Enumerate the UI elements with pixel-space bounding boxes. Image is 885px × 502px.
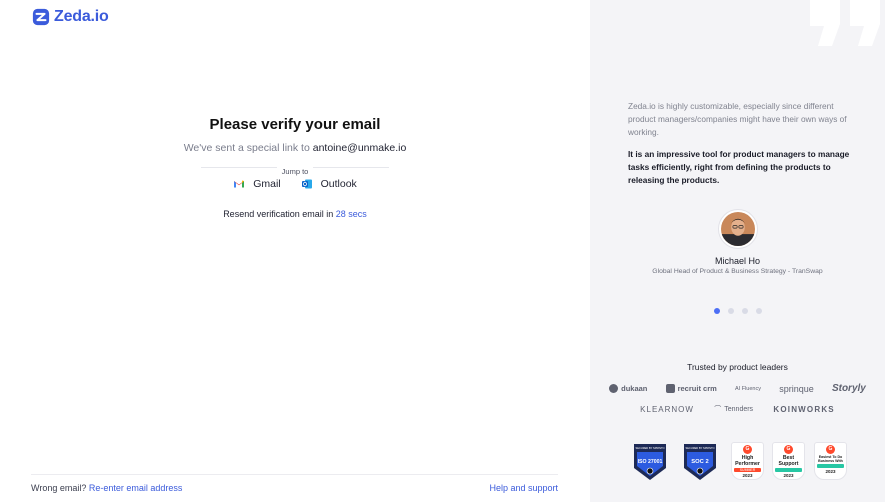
tennders-label: Tennders (724, 405, 754, 413)
left-footer: Wrong email? Re-enter email address Help… (31, 474, 558, 493)
g2-badge-band (775, 468, 802, 472)
g2-badge-title: Easiest To Do Business With (818, 455, 843, 463)
verify-section: Please verify your email We've sent a sp… (0, 116, 590, 219)
g2-badge-band: SUMMER (734, 468, 761, 472)
recruitcrm-icon (665, 384, 675, 393)
testimonial-panel: Zeda.io is highly customizable, especial… (590, 0, 885, 502)
customer-logos-row-2: KLEARNOW ⌒ Tennders KOINWORKS (630, 404, 845, 414)
wrong-email-group: Wrong email? Re-enter email address (31, 483, 182, 493)
gmail-label: Gmail (253, 178, 281, 190)
carousel-dots (590, 308, 885, 314)
verify-subtitle: We've sent a special link to antoine@unm… (0, 142, 590, 154)
brand-logo[interactable]: Zeda.io (32, 8, 109, 26)
user-email: antoine@unmake.io (312, 142, 407, 154)
customer-logo-sprinque: sprinque (779, 384, 814, 394)
dukaan-label: dukaan (621, 384, 648, 393)
g2-badge-year: 2023 (742, 473, 753, 478)
resend-prefix: Resend verification email in (223, 209, 334, 219)
aifluency-label: AI Fluency (735, 385, 761, 392)
jump-to-label: Jump to (276, 167, 314, 176)
soc-2-badge: SECURED BY SPRINTO SOC 2 (684, 444, 716, 480)
outlook-label: Outlook (320, 178, 357, 190)
iso-27001-badge: SECURED BY SPRINTO ISO 27001 (634, 444, 666, 480)
g2-logo-icon: G (826, 445, 835, 454)
customer-logo-koinworks: KOINWORKS (773, 405, 834, 414)
customer-logos-row-1: dukaan recruit crm AI Fluency sprinque S… (600, 383, 875, 394)
avatar (718, 209, 758, 249)
carousel-dot-1[interactable] (713, 308, 720, 314)
email-provider-links: Gmail Outlook (0, 178, 590, 190)
g2-badge-title: High Performer (735, 455, 760, 467)
storyly-label: Storyly (831, 383, 866, 394)
wrong-email-label: Wrong email? (31, 483, 87, 493)
tennders-icon: ⌒ (714, 406, 722, 413)
carousel-dot-4[interactable] (755, 308, 762, 314)
zeda-logo-icon (32, 8, 50, 26)
g2-badge-year: 2023 (783, 473, 794, 478)
resend-timer: 28 secs (335, 209, 367, 219)
koinworks-label: KOINWORKS (773, 404, 835, 414)
outlook-icon (301, 179, 312, 189)
jump-to-divider: Jump to (201, 161, 389, 176)
customer-logo-storyly: Storyly (832, 383, 866, 394)
certification-badges: SECURED BY SPRINTO ISO 27001 SECURED BY … (632, 440, 852, 482)
carousel-dot-2[interactable] (727, 308, 734, 314)
gmail-button[interactable]: Gmail (233, 178, 281, 190)
svg-text:SECURED BY SPRINTO: SECURED BY SPRINTO (635, 446, 664, 450)
svg-text:SOC 2: SOC 2 (691, 459, 708, 465)
signup-left-panel: Zeda.io Please verify your email We've s… (0, 0, 590, 502)
svg-text:ISO 27001: ISO 27001 (638, 459, 663, 465)
person-avatar-icon (721, 212, 755, 246)
recruitcrm-label: recruit crm (677, 384, 717, 393)
resend-text: Resend verification email in 28 secs (0, 209, 590, 219)
g2-best-support-badge: G Best Support 2023 (772, 442, 805, 480)
klearnow-label: KLEARNOW (640, 404, 694, 414)
testimonial-text-light: Zeda.io is highly customizable, especial… (628, 101, 847, 137)
customer-logo-tennders: ⌒ Tennders (714, 404, 753, 414)
outlook-button[interactable]: Outlook (301, 178, 357, 190)
testimonial-text-bold: It is an impressive tool for product man… (628, 149, 850, 185)
customer-logo-aifluency: AI Fluency (735, 386, 761, 392)
customer-logo-dukaan: dukaan (609, 384, 647, 393)
brand-name: Zeda.io (54, 8, 109, 25)
g2-badge-band (817, 464, 844, 468)
subtitle-prefix: We've sent a special link to (183, 142, 310, 154)
testimonial-author-name: Michael Ho (714, 256, 761, 266)
page-title: Please verify your email (209, 116, 381, 133)
reenter-email-link[interactable]: Re-enter email address (89, 483, 183, 493)
gmail-icon (234, 180, 245, 188)
customer-logo-recruitcrm: recruit crm (665, 384, 717, 393)
g2-easiest-business-badge: G Easiest To Do Business With 2023 (814, 442, 847, 480)
testimonial-author-role: Global Head of Product & Business Strate… (652, 268, 823, 275)
quote-mark-icon (810, 0, 880, 46)
svg-text:SECURED BY SPRINTO: SECURED BY SPRINTO (685, 446, 714, 450)
g2-logo-icon: G (784, 445, 793, 454)
g2-badge-year: 2023 (825, 469, 836, 474)
sprinque-label: sprinque (779, 383, 814, 394)
carousel-dot-3[interactable] (741, 308, 748, 314)
trusted-title: Trusted by product leaders (687, 362, 788, 372)
g2-high-performer-badge: G High Performer SUMMER 2023 (731, 442, 764, 480)
customer-logo-klearnow: KLEARNOW (640, 405, 694, 414)
testimonial-quote: Zeda.io is highly customizable, especial… (628, 100, 858, 187)
dukaan-icon (609, 384, 619, 393)
g2-badge-title: Best Support (778, 455, 799, 467)
g2-logo-icon: G (743, 445, 752, 454)
help-support-link[interactable]: Help and support (489, 483, 558, 493)
